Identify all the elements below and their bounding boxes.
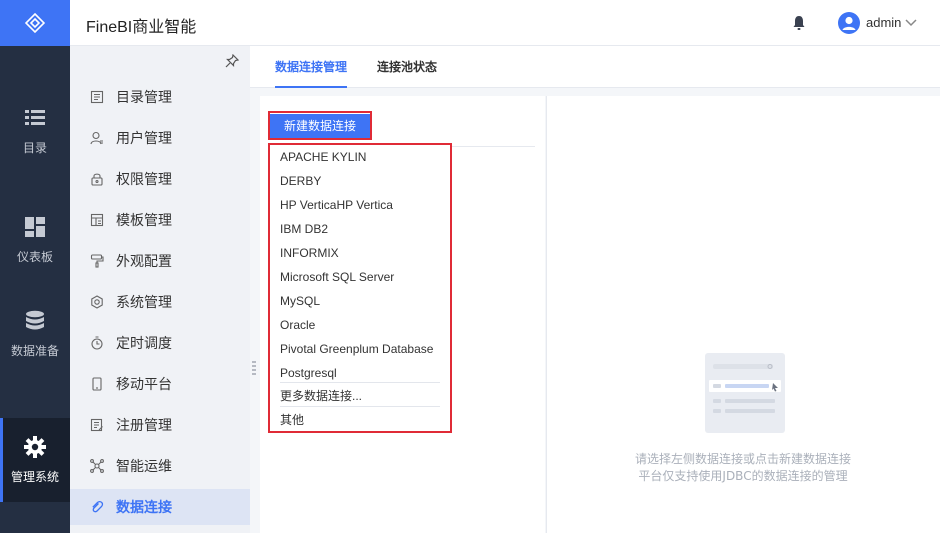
menu-item-label: 模板管理 [116,213,172,229]
tab-connection-management[interactable]: 数据连接管理 [275,46,348,88]
timer-icon [91,336,103,350]
menu-item-appearance[interactable]: 外观配置 [70,243,250,279]
empty-state-illustration [705,353,785,433]
chevron-down-icon[interactable] [904,15,918,29]
menu-item-users[interactable]: 用户管理 [70,120,250,156]
settings-icon [91,295,103,309]
menu-item-scheduling[interactable]: 定时调度 [70,325,250,361]
menu-item-label: 数据连接 [116,500,172,516]
menu-item-label: 目录管理 [116,90,172,106]
list-icon [25,109,45,125]
dropdown-divider [280,382,440,383]
tab-bar: 数据连接管理 连接池状态 [250,46,940,88]
mobile-icon [92,377,102,391]
menu-item-registration[interactable]: 注册管理 [70,407,250,443]
gear-icon [24,435,46,458]
empty-state-text: 请选择左侧数据连接或点击新建数据连接 [634,452,851,466]
menu-item-templates[interactable]: 模板管理 [70,202,250,238]
dropdown-divider [280,406,440,407]
app-logo[interactable] [0,0,70,46]
dashboard-icon [25,216,45,237]
user-name[interactable]: admin [866,15,901,30]
avatar[interactable] [838,12,860,34]
lock-icon [91,173,103,186]
template-icon [90,213,104,227]
dropdown-item[interactable]: APACHE KYLIN [280,145,440,169]
link-icon [92,500,104,513]
rail-item-label: 数据准备 [10,343,59,358]
paint-roller-icon [90,254,104,268]
menu-item-permissions[interactable]: 权限管理 [70,161,250,197]
dropdown-item[interactable]: INFORMIX [280,241,440,265]
menu-item-label: 用户管理 [116,131,172,147]
dropdown-item[interactable]: IBM DB2 [280,217,440,241]
pin-icon[interactable] [225,54,239,68]
menu-item-ops[interactable]: 智能运维 [70,448,250,484]
rail-item-label: 仪表板 [16,249,53,264]
other-connection-item[interactable]: 其他 [280,408,440,432]
app-title: FineBI商业智能 [86,19,197,36]
user-icon [90,131,103,145]
rail-item-data-prep[interactable]: 数据准备 [0,292,70,376]
register-icon [90,418,103,432]
logo-icon [25,13,45,33]
admin-menu: 目录管理 用户管理 权限管理 模板管理 外观配置 系统管理 定时调度 移动平台 … [70,46,250,533]
rail-item-dashboard[interactable]: 仪表板 [0,198,70,282]
rail-item-label: 管理系统 [10,469,59,484]
rail-item-label: 目录 [22,140,47,155]
resize-handle-icon[interactable] [252,360,256,376]
directory-icon [90,90,104,104]
menu-item-label: 注册管理 [116,418,172,434]
menu-item-label: 系统管理 [116,295,172,311]
rail-item-admin[interactable]: 管理系统 [0,418,70,502]
menu-item-system[interactable]: 系统管理 [70,284,250,320]
bell-icon[interactable] [792,15,806,31]
dropdown-item[interactable]: MySQL [280,289,440,313]
menu-item-label: 移动平台 [116,377,172,393]
more-connections-item[interactable]: 更多数据连接... [280,384,440,408]
dropdown-item[interactable]: Pivotal Greenplum Database [280,337,440,361]
dropdown-item[interactable]: Oracle [280,313,440,337]
top-header: FineBI商业智能 admin [70,0,940,46]
network-icon [90,459,104,473]
menu-item-label: 权限管理 [116,172,172,188]
dropdown-item[interactable]: DERBY [280,169,440,193]
database-icon [26,310,44,329]
menu-item-label: 定时调度 [116,336,172,352]
menu-item-label: 智能运维 [116,459,172,475]
user-avatar-icon [842,16,856,30]
new-connection-button[interactable]: 新建数据连接 [270,114,370,138]
rail-item-catalog[interactable]: 目录 [0,89,70,173]
dropdown-item[interactable]: HP VerticaHP Vertica [280,193,440,217]
menu-item-data-connection[interactable]: 数据连接 [70,489,250,525]
tab-pool-status[interactable]: 连接池状态 [377,46,437,88]
nav-rail: 目录 仪表板 数据准备 管理系统 [0,0,70,533]
dropdown-item[interactable]: Microsoft SQL Server [280,265,440,289]
empty-state-text: 平台仅支持使用JDBC的数据连接的管理 [638,469,848,483]
connection-type-dropdown: APACHE KYLIN DERBY HP VerticaHP Vertica … [268,143,452,433]
menu-item-mobile[interactable]: 移动平台 [70,366,250,402]
menu-item-directory[interactable]: 目录管理 [70,79,250,115]
menu-item-label: 外观配置 [116,254,172,270]
